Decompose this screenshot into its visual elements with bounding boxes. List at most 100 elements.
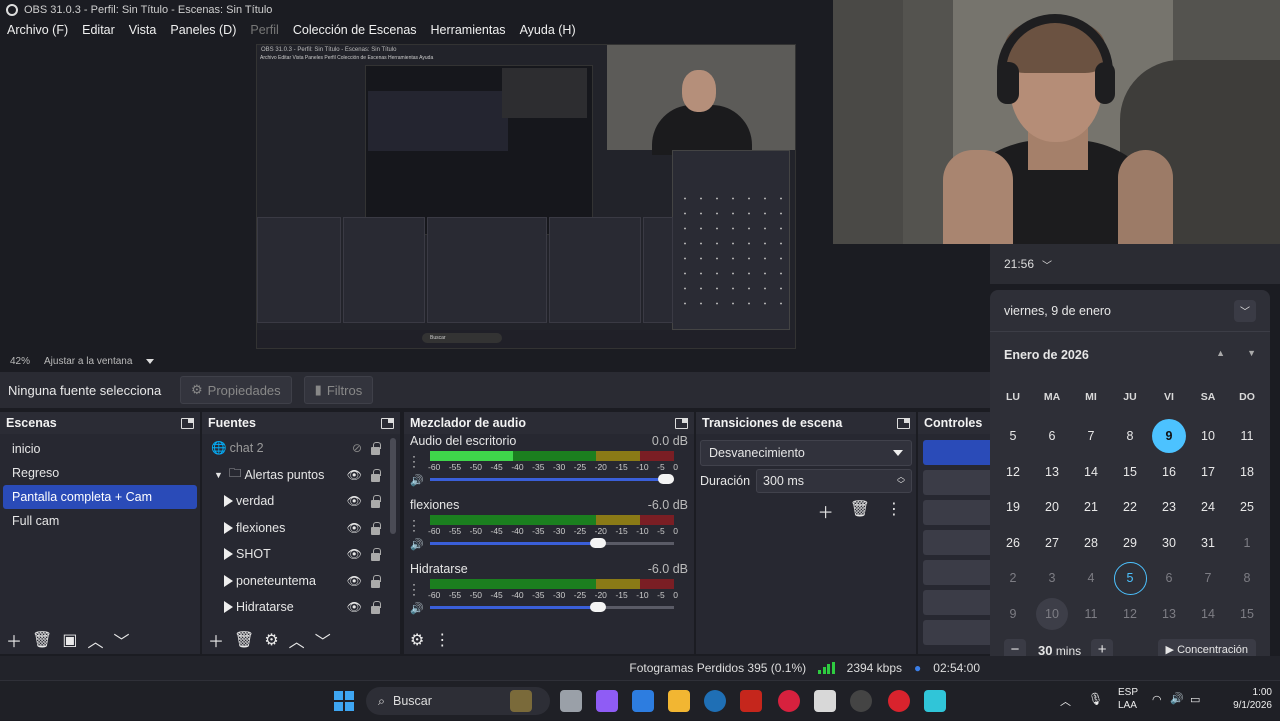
source-properties-button[interactable]: ⚙ — [264, 630, 278, 650]
start-streaming-button[interactable] — [923, 440, 990, 465]
menu-ayuda[interactable]: Ayuda (H) — [520, 23, 576, 37]
calendar-day[interactable]: 12 — [995, 455, 1031, 490]
file-explorer-icon[interactable] — [668, 690, 690, 712]
start-recording-button[interactable] — [923, 470, 990, 495]
notepad-icon[interactable] — [924, 690, 946, 712]
calendar-day[interactable]: 30 — [1151, 526, 1187, 561]
wifi-icon[interactable]: ◠ — [1152, 693, 1162, 706]
eye-icon[interactable]: 👁 — [347, 574, 362, 588]
opera-icon[interactable] — [778, 690, 800, 712]
spin-icon[interactable]: ︿ ﹀ — [897, 473, 905, 489]
calendar-day[interactable]: 29 — [1112, 526, 1148, 561]
calendar-day[interactable]: 21 — [1073, 490, 1109, 525]
source-item-verdad[interactable]: verdad 👁 — [202, 488, 400, 515]
volume-slider[interactable] — [430, 538, 674, 548]
scene-filters-button[interactable]: ▣ — [62, 630, 77, 650]
expand-arrow-icon[interactable]: ▼ — [214, 470, 223, 480]
lock-icon[interactable] — [371, 521, 381, 535]
calendar-day[interactable]: 4 — [1073, 561, 1109, 596]
remove-scene-button[interactable]: 🗑 — [32, 630, 52, 650]
chevron-down-icon[interactable]: ﹀ — [1042, 257, 1052, 272]
scene-item-regreso[interactable]: Regreso — [3, 461, 197, 485]
calendar-day[interactable]: 3 — [1034, 561, 1070, 596]
lock-icon[interactable] — [371, 601, 381, 614]
volume-handle[interactable] — [658, 474, 674, 484]
calendar-day[interactable]: 9 — [1151, 419, 1187, 454]
volume-slider[interactable] — [430, 474, 674, 484]
calendar-day[interactable]: 10 — [1190, 419, 1226, 454]
transition-select[interactable]: Desvanecimiento — [700, 440, 912, 466]
scene-item-full-cam[interactable]: Full cam — [3, 509, 197, 533]
obs-taskbar-icon[interactable] — [850, 690, 872, 712]
calendar-day[interactable]: 7 — [1073, 419, 1109, 454]
calendar-day[interactable]: 15 — [1112, 455, 1148, 490]
lock-icon[interactable] — [371, 442, 381, 455]
remove-transition-button[interactable]: 🗑 — [850, 499, 870, 523]
source-item-hidratarse[interactable]: Hidratarse 👁 — [202, 594, 400, 621]
clock-strip[interactable]: 21:56 ﹀ — [990, 244, 1280, 284]
remove-source-button[interactable]: 🗑 — [234, 630, 254, 650]
calendar-day[interactable]: 12 — [1112, 597, 1148, 632]
menu-herramientas[interactable]: Herramientas — [431, 23, 506, 37]
transition-menu-button[interactable]: ⋮ — [886, 499, 902, 523]
calendar-day[interactable]: 31 — [1190, 526, 1226, 561]
calendar-day[interactable]: 2 — [995, 561, 1031, 596]
undock-icon[interactable] — [381, 417, 394, 429]
app-window-icon[interactable] — [814, 690, 836, 712]
channel-menu-icon[interactable]: · · · — [412, 514, 416, 536]
task-view-icon[interactable] — [560, 690, 582, 712]
duration-input[interactable]: 300 ms ︿ ﹀ — [756, 469, 912, 493]
speaker-icon[interactable]: 🔊 — [410, 602, 424, 615]
properties-button[interactable]: ⚙ Propiedades — [180, 376, 292, 404]
virtual-camera-button[interactable] — [923, 500, 990, 525]
lock-icon[interactable] — [371, 495, 381, 508]
eye-icon[interactable]: 👁 — [347, 468, 362, 482]
calendar-day[interactable]: 24 — [1190, 490, 1226, 525]
undock-icon[interactable] — [675, 417, 688, 429]
acrobat-icon[interactable] — [740, 690, 762, 712]
volume-handle[interactable] — [589, 602, 606, 612]
studio-mode-button[interactable] — [923, 530, 990, 555]
collapse-chevron-icon[interactable]: ﹀ — [1234, 299, 1256, 322]
lock-icon[interactable] — [371, 468, 381, 482]
lang-indicator[interactable]: ESP LAA — [1118, 687, 1138, 711]
source-item-alertas-puntos[interactable]: ▼ 🗀 Alertas puntos 👁 — [202, 462, 400, 489]
add-scene-button[interactable]: ＋ — [6, 628, 22, 652]
add-source-button[interactable]: ＋ — [208, 628, 224, 652]
channel-menu-icon[interactable]: · · · — [412, 450, 416, 472]
calendar-day[interactable]: 25 — [1229, 490, 1265, 525]
advanced-audio-button[interactable]: ⚙ — [410, 630, 424, 650]
calendar-day[interactable]: 8 — [1112, 419, 1148, 454]
calendar-day[interactable]: 6 — [1151, 561, 1187, 596]
menu-editar[interactable]: Editar — [82, 23, 115, 37]
calendar-day[interactable]: 18 — [1229, 455, 1265, 490]
battery-icon[interactable]: ▭ — [1190, 693, 1200, 706]
calendar-day[interactable]: 11 — [1073, 597, 1109, 632]
calendar-day[interactable]: 13 — [1034, 455, 1070, 490]
calendar-month[interactable]: Enero de 2026 — [1004, 348, 1089, 362]
calendar-day[interactable]: 26 — [995, 526, 1031, 561]
calendar-day[interactable]: 15 — [1229, 597, 1265, 632]
zoom-mode[interactable]: Ajustar a la ventana — [44, 356, 132, 367]
scene-item-pantalla-completa-cam[interactable]: Pantalla completa + Cam — [3, 485, 197, 509]
sources-scrollbar[interactable] — [390, 438, 396, 534]
calendar-day[interactable]: 5 — [1112, 561, 1148, 596]
calendar-day[interactable]: 14 — [1190, 597, 1226, 632]
move-scene-up-button[interactable]: ︿ — [87, 628, 103, 652]
microphone-icon[interactable]: 🎙 — [1088, 692, 1103, 706]
eye-icon[interactable]: 👁 — [347, 494, 362, 508]
source-item-poneteuntema[interactable]: poneteuntema 👁 — [202, 568, 400, 595]
next-month-icon[interactable]: ▼ — [1247, 348, 1256, 362]
volume-icon[interactable]: 🔊 — [1170, 692, 1184, 705]
volume-handle[interactable] — [589, 538, 606, 548]
undock-icon[interactable] — [181, 417, 194, 429]
calendar-day[interactable]: 22 — [1112, 490, 1148, 525]
speaker-icon[interactable]: 🔊 — [410, 538, 424, 551]
calendar-day[interactable]: 17 — [1190, 455, 1226, 490]
calendar-day[interactable]: 8 — [1229, 561, 1265, 596]
prev-month-icon[interactable]: ▲ — [1216, 348, 1225, 362]
volume-slider[interactable] — [430, 602, 674, 612]
start-button[interactable] — [334, 691, 354, 711]
tray-overflow-icon[interactable]: ︿ — [1060, 693, 1071, 709]
eye-icon[interactable]: 👁 — [347, 547, 362, 561]
